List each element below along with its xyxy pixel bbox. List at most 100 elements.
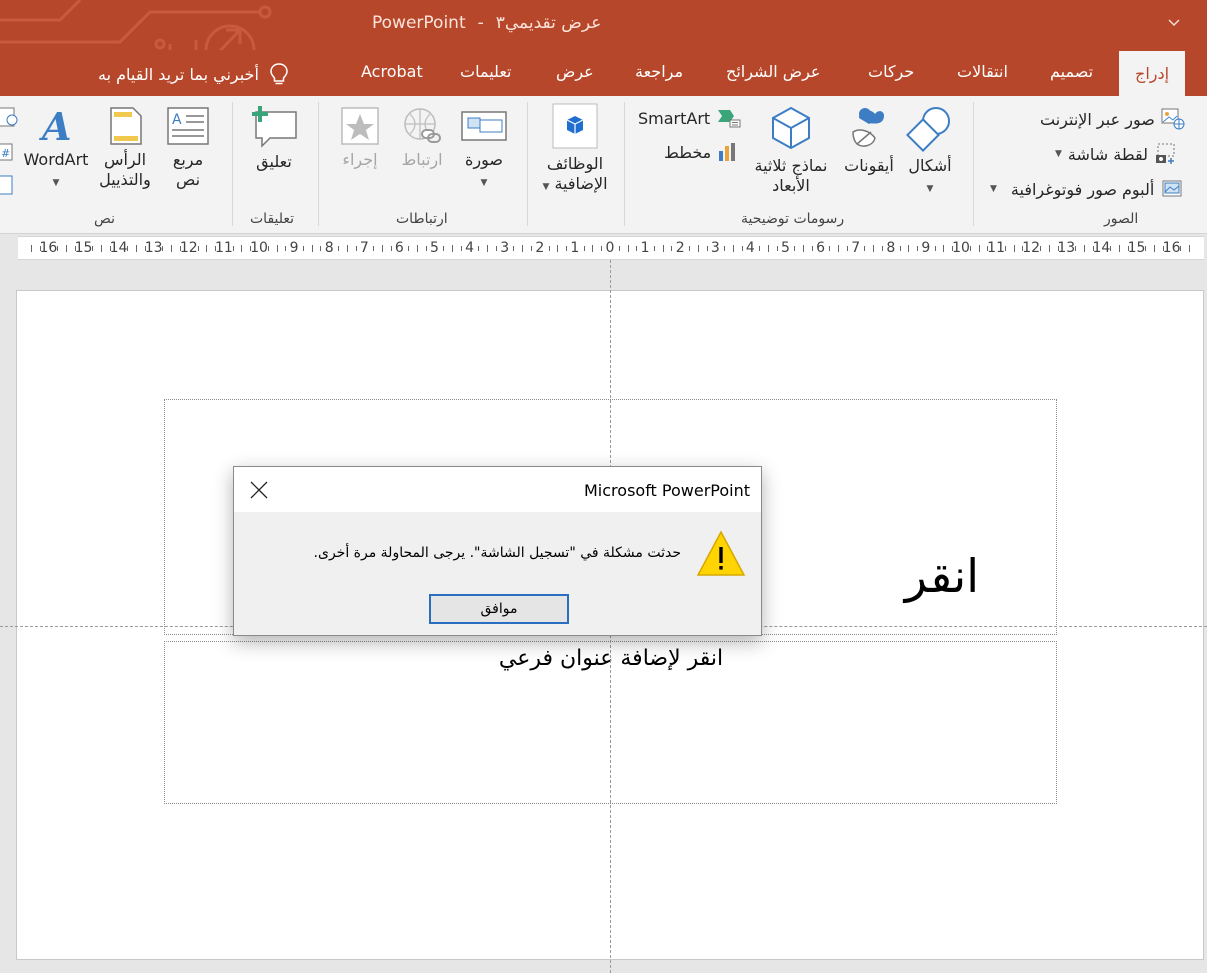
textbox-button[interactable]: A مربع نص bbox=[160, 106, 216, 190]
ruler-tick bbox=[846, 246, 848, 251]
smartart-button[interactable]: SmartArt bbox=[638, 108, 742, 128]
caret-down-icon: ▼ bbox=[926, 184, 934, 194]
slide-number-icon[interactable]: # bbox=[0, 142, 14, 162]
tab-animations[interactable]: حركات bbox=[868, 62, 914, 81]
ruler-tick bbox=[829, 246, 831, 251]
ruler-tick bbox=[671, 246, 673, 251]
ruler-tick bbox=[460, 246, 462, 251]
textbox-icon: A bbox=[167, 107, 209, 145]
tab-acrobat[interactable]: Acrobat bbox=[361, 62, 423, 81]
ruler-label: 1 bbox=[640, 240, 650, 256]
header-footer-button[interactable]: الرأس والتذييل bbox=[92, 106, 158, 190]
textbox-label-line1: مربع bbox=[172, 150, 204, 169]
picture-icon bbox=[461, 111, 507, 141]
tab-insert[interactable]: إدراج bbox=[1119, 51, 1186, 96]
ruler-tick bbox=[373, 246, 375, 251]
header-footer-icon bbox=[110, 107, 142, 145]
ruler-tick bbox=[706, 246, 708, 251]
object-icon[interactable] bbox=[0, 174, 14, 196]
ruler-label: 16 bbox=[1162, 240, 1181, 256]
wordart-button[interactable]: A WordArt ▼ bbox=[22, 106, 90, 193]
comment-button[interactable]: تعليق bbox=[246, 104, 302, 172]
dialog-message: حدثت مشكلة في "تسجيل الشاشة". يرجى المحا… bbox=[313, 545, 681, 561]
ruler-tick bbox=[548, 246, 550, 251]
online-pictures-icon bbox=[1161, 108, 1185, 130]
ruler-tick bbox=[390, 246, 392, 251]
ruler-label: 7 bbox=[359, 240, 369, 256]
ruler-tick bbox=[618, 246, 620, 251]
ruler-tick bbox=[653, 246, 655, 251]
ruler-tick bbox=[732, 245, 734, 252]
photo-album-button[interactable]: ▼ ألبوم صور فوتوغرافية bbox=[990, 178, 1184, 200]
ruler-tick bbox=[1039, 246, 1041, 251]
ruler-tick bbox=[899, 246, 901, 251]
ruler-label: 0 bbox=[605, 240, 615, 256]
chart-button[interactable]: مخطط bbox=[664, 142, 739, 162]
screenshot-button[interactable]: ▼ لقطة شاشة bbox=[1055, 143, 1178, 165]
header-footer-label-line2: والتذييل bbox=[99, 170, 151, 189]
ruler-tick bbox=[908, 245, 910, 252]
tab-design[interactable]: تصميم bbox=[1050, 62, 1093, 81]
action-button[interactable]: إجراء bbox=[334, 106, 386, 170]
ruler-tick bbox=[952, 246, 954, 251]
date-time-icon[interactable] bbox=[0, 106, 18, 128]
ruler-tick bbox=[697, 245, 699, 252]
icons-label: أيقونات bbox=[844, 156, 894, 175]
chevron-down-icon[interactable] bbox=[1167, 16, 1181, 30]
ruler-tick bbox=[882, 246, 884, 251]
ruler-tick bbox=[627, 245, 629, 252]
ruler-tick bbox=[803, 245, 805, 252]
star-icon bbox=[341, 107, 379, 145]
link-label: ارتباط bbox=[401, 150, 443, 169]
ruler-label: 16 bbox=[39, 240, 58, 256]
online-pictures-button[interactable]: صور عبر الإنترنت bbox=[1040, 108, 1185, 130]
ruler-tick bbox=[408, 246, 410, 251]
tab-review[interactable]: مراجعة bbox=[635, 62, 683, 81]
ruler-label: 8 bbox=[886, 240, 896, 256]
tab-transitions[interactable]: انتقالات bbox=[957, 62, 1008, 81]
tab-view[interactable]: عرض bbox=[556, 62, 594, 81]
ruler-tick bbox=[346, 245, 348, 252]
tell-me-box[interactable]: أخبرني بما تريد القيام به bbox=[98, 62, 289, 86]
ruler-tick bbox=[688, 246, 690, 251]
svg-text:#: # bbox=[1, 147, 10, 160]
ruler-label: 10 bbox=[952, 240, 970, 256]
ruler-tick bbox=[101, 245, 103, 252]
icons-button[interactable]: أيقونات bbox=[838, 104, 900, 176]
shapes-label: أشكال bbox=[908, 156, 952, 175]
store-icon bbox=[552, 103, 598, 149]
link-button[interactable]: ارتباط bbox=[396, 106, 448, 170]
comment-icon bbox=[252, 106, 297, 148]
ruler-tick bbox=[285, 246, 287, 251]
close-icon[interactable] bbox=[248, 479, 270, 501]
ruler-tick bbox=[724, 246, 726, 251]
addins-button[interactable]: الوظائف ▼ الإضافية bbox=[540, 102, 610, 197]
ruler-tick bbox=[864, 246, 866, 251]
screenshot-icon bbox=[1155, 143, 1175, 164]
ruler-label: 10 bbox=[250, 240, 268, 256]
3d-models-button[interactable]: نماذج ثلاثية الأبعاد bbox=[745, 104, 837, 196]
picture-link-button[interactable]: صورة ▼ bbox=[458, 106, 510, 193]
group-separator bbox=[232, 102, 233, 226]
wordart-label: WordArt bbox=[23, 150, 89, 169]
ruler-tick bbox=[741, 246, 743, 251]
ruler-tick bbox=[917, 246, 919, 251]
ruler-tick bbox=[1145, 246, 1147, 251]
ruler-tick bbox=[276, 245, 278, 252]
ruler-tick bbox=[320, 246, 322, 251]
ruler-tick bbox=[65, 245, 67, 252]
ruler-tick bbox=[39, 246, 41, 251]
shapes-button[interactable]: أشكال ▼ bbox=[900, 104, 960, 199]
online-pictures-label: صور عبر الإنترنت bbox=[1040, 109, 1155, 129]
ruler-label: 13 bbox=[144, 240, 163, 256]
warning-icon bbox=[696, 530, 746, 576]
screenshot-label: لقطة شاشة bbox=[1067, 144, 1148, 164]
tab-help[interactable]: تعليمات bbox=[460, 62, 511, 81]
ruler-tick bbox=[180, 246, 182, 251]
tab-slideshow[interactable]: عرض الشرائح bbox=[726, 62, 820, 81]
ruler-label: 9 bbox=[289, 240, 299, 256]
ok-button[interactable]: موافق bbox=[429, 594, 569, 624]
ruler-tick bbox=[443, 246, 445, 251]
3d-models-label-line1: نماذج ثلاثية bbox=[754, 156, 828, 175]
title-placeholder-text: انقر bbox=[904, 549, 979, 603]
